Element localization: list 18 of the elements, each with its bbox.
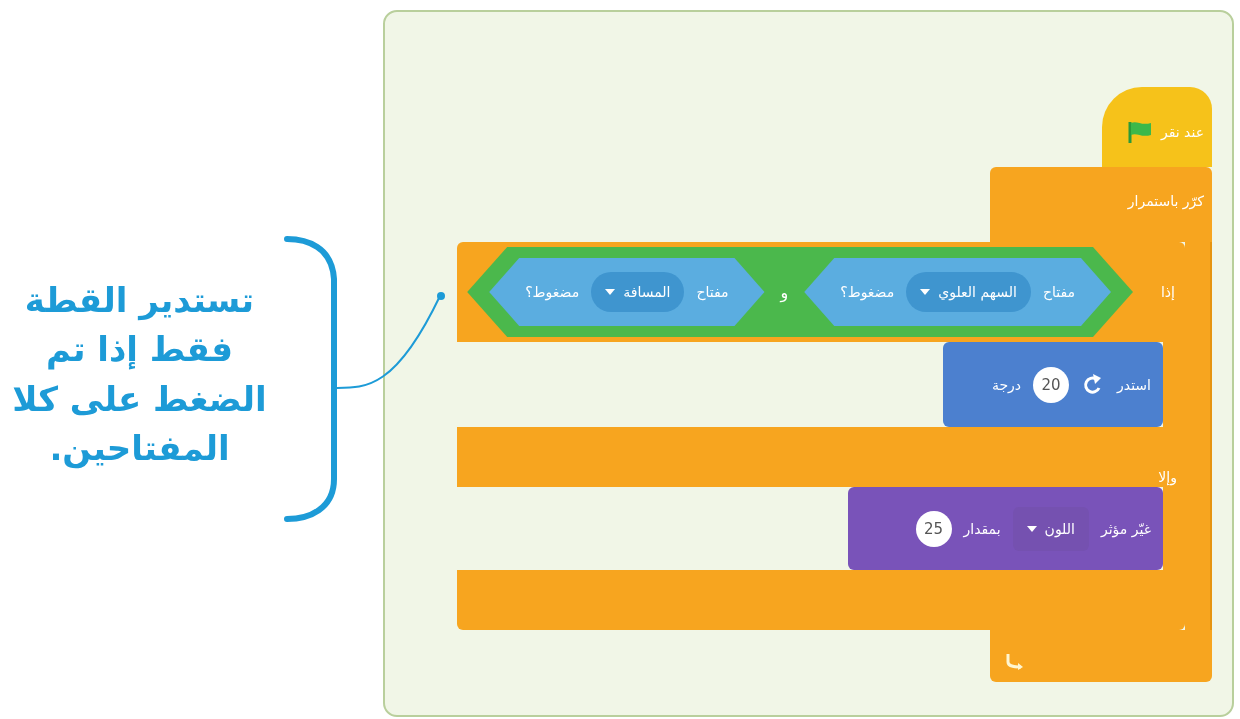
and-block[interactable]: مفتاح السهم العلوي مضغوط؟ و مفتاح المسافة مضغوط؟ xyxy=(467,247,1133,337)
key-dropdown[interactable]: المسافة xyxy=(591,272,685,312)
key-pressed-block[interactable]: مفتاح المسافة مضغوط؟ xyxy=(489,258,765,326)
number-input[interactable]: 20 xyxy=(1033,366,1070,403)
if-else-block[interactable]: إذا مفتاح السهم العلوي مضغوط؟ و مفتاح المسافة مضغوط؟ xyxy=(457,242,1185,342)
effect-dropdown[interactable]: اللون xyxy=(1012,506,1089,551)
loop-arrow-icon xyxy=(1004,652,1024,670)
forever-block[interactable]: كرّر باستمرار xyxy=(990,167,1212,242)
callout-text: تستدير القطة فقط إذا تم الضغط على كلا المفتاحين. xyxy=(12,278,267,471)
key-dropdown[interactable]: السهم العلوي xyxy=(906,272,1031,312)
dropdown-arrow-icon xyxy=(920,289,931,295)
when-flag-clicked-block[interactable]: عند نقر xyxy=(1102,87,1212,167)
flag-icon xyxy=(1126,120,1153,144)
key-pressed-block[interactable]: مفتاح السهم العلوي مضغوط؟ xyxy=(804,258,1111,326)
dropdown-arrow-icon xyxy=(605,289,616,295)
dropdown-arrow-icon xyxy=(1026,525,1037,532)
number-input[interactable]: 25 xyxy=(915,510,952,547)
else-bar: وإلا xyxy=(457,427,1185,487)
